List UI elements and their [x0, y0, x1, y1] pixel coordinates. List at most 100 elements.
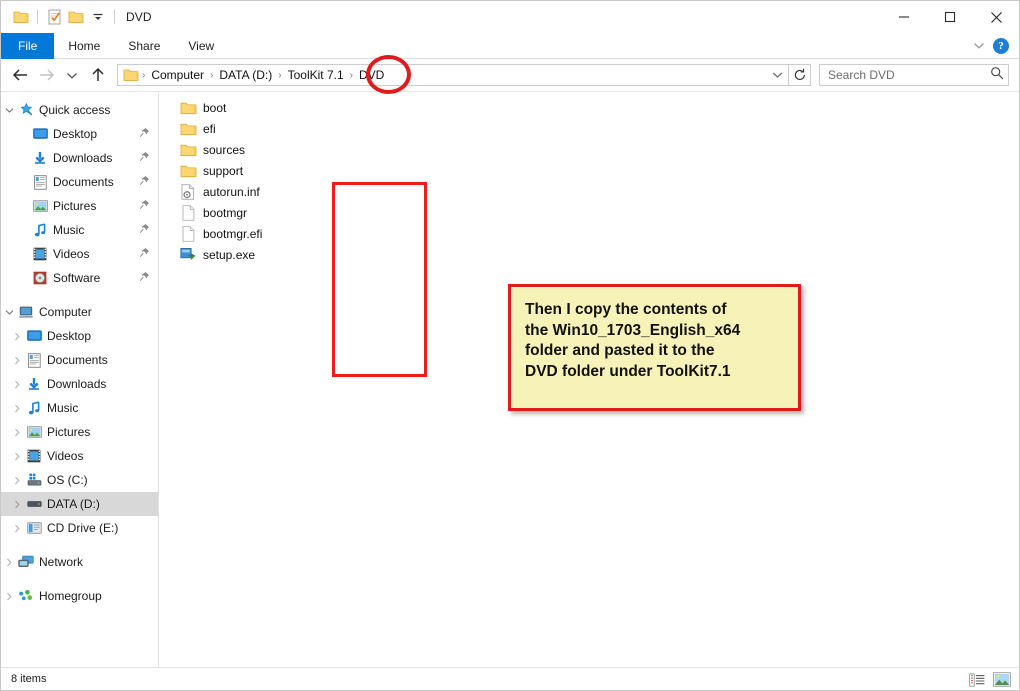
chevron-right-icon[interactable] — [9, 356, 25, 365]
chevron-right-icon[interactable] — [1, 592, 17, 601]
sidebar-item-label: Downloads — [53, 151, 113, 165]
sidebar-item-cd-drive-e[interactable]: CD Drive (E:) — [1, 516, 158, 540]
chevron-right-icon[interactable] — [9, 476, 25, 485]
properties-icon[interactable] — [43, 6, 65, 28]
breadcrumb-item-dvd[interactable]: DVD — [354, 68, 389, 82]
chevron-down-icon[interactable] — [973, 37, 985, 55]
sidebar-item-computer-documents[interactable]: Documents — [1, 348, 158, 372]
list-item[interactable]: bootmgr — [171, 202, 272, 223]
tab-share[interactable]: Share — [114, 33, 174, 59]
chevron-right-icon[interactable] — [9, 332, 25, 341]
minimize-button[interactable] — [881, 1, 927, 33]
chevron-right-icon[interactable] — [9, 452, 25, 461]
sidebar-item-software[interactable]: Software — [1, 266, 158, 290]
tab-home[interactable]: Home — [54, 33, 114, 59]
sidebar-section-quick-access[interactable]: Quick access — [1, 98, 158, 122]
list-item[interactable]: efi — [171, 118, 272, 139]
sidebar-item-documents[interactable]: Documents — [1, 170, 158, 194]
list-item[interactable]: sources — [171, 139, 272, 160]
sidebar-section-network[interactable]: Network — [1, 550, 158, 574]
list-item[interactable]: support — [171, 160, 272, 181]
sidebar-section-computer[interactable]: Computer — [1, 300, 158, 324]
pin-icon[interactable] — [139, 247, 150, 261]
desktop-icon — [25, 328, 43, 344]
network-icon — [17, 554, 35, 570]
videos-icon — [31, 246, 49, 262]
pin-icon[interactable] — [139, 127, 150, 141]
chevron-down-icon[interactable] — [1, 107, 17, 114]
tab-view[interactable]: View — [174, 33, 228, 59]
list-item[interactable]: setup.exe — [171, 244, 272, 265]
sidebar-item-label: Downloads — [47, 377, 107, 391]
breadcrumb-dropdown-icon[interactable] — [768, 65, 786, 85]
large-icons-view-button[interactable] — [993, 671, 1011, 689]
sidebar-item-computer-desktop[interactable]: Desktop — [1, 324, 158, 348]
breadcrumb-bar[interactable]: › Computer › DATA (D:) › ToolKit 7.1 › D… — [117, 64, 789, 86]
address-bar: › Computer › DATA (D:) › ToolKit 7.1 › D… — [1, 59, 1019, 92]
sidebar-item-pictures[interactable]: Pictures — [1, 194, 158, 218]
folder-icon[interactable] — [10, 6, 32, 28]
breadcrumb-folder-icon[interactable] — [122, 68, 141, 82]
list-item[interactable]: bootmgr.efi — [171, 223, 272, 244]
search-box[interactable]: Search DVD — [819, 64, 1009, 86]
sidebar-item-videos[interactable]: Videos — [1, 242, 158, 266]
list-item[interactable]: autorun.inf — [171, 181, 272, 202]
sidebar-item-music[interactable]: Music — [1, 218, 158, 242]
sidebar-item-computer-videos[interactable]: Videos — [1, 444, 158, 468]
sidebar-item-label: Music — [47, 401, 79, 415]
pin-icon[interactable] — [139, 151, 150, 165]
pin-icon[interactable] — [139, 271, 150, 285]
sidebar-item-os-c[interactable]: OS (C:) — [1, 468, 158, 492]
back-button[interactable] — [7, 62, 33, 88]
help-icon[interactable]: ? — [993, 38, 1009, 54]
breadcrumb-item-data-d[interactable]: DATA (D:) — [214, 68, 277, 82]
chevron-right-icon[interactable] — [9, 428, 25, 437]
search-icon[interactable] — [990, 66, 1004, 85]
sidebar-item-desktop[interactable]: Desktop — [1, 122, 158, 146]
sidebar-section-homegroup[interactable]: Homegroup — [1, 584, 158, 608]
navigation-pane[interactable]: Quick access Desktop Downloads Documents… — [1, 92, 159, 667]
tab-file[interactable]: File — [1, 33, 55, 59]
sidebar-item-computer-music[interactable]: Music — [1, 396, 158, 420]
music-icon — [25, 400, 43, 416]
file-list-pane[interactable]: boot efi sources support autorun.inf boo… — [159, 92, 1019, 667]
breadcrumb-item-computer[interactable]: Computer — [146, 68, 209, 82]
chevron-right-icon[interactable] — [9, 380, 25, 389]
up-button[interactable] — [85, 62, 111, 88]
sidebar-item-label: OS (C:) — [47, 473, 88, 487]
sidebar-item-data-d[interactable]: DATA (D:) — [1, 492, 158, 516]
search-input[interactable]: Search DVD — [828, 68, 990, 82]
new-folder-icon[interactable] — [65, 6, 87, 28]
sidebar-item-computer-downloads[interactable]: Downloads — [1, 372, 158, 396]
star-pin-icon — [17, 102, 35, 118]
maximize-button[interactable] — [927, 1, 973, 33]
close-button[interactable] — [973, 1, 1019, 33]
blank-file-icon — [179, 225, 197, 242]
list-item[interactable]: boot — [171, 97, 272, 118]
breadcrumb: › Computer › DATA (D:) › ToolKit 7.1 › D… — [141, 68, 768, 82]
sidebar-item-downloads[interactable]: Downloads — [1, 146, 158, 170]
pin-icon[interactable] — [139, 199, 150, 213]
sidebar-section-label: Homegroup — [39, 589, 102, 603]
annotation-note-line-1: Then I copy the contents of — [525, 301, 727, 318]
chevron-right-icon[interactable] — [9, 524, 25, 533]
documents-icon — [31, 174, 49, 190]
file-name: efi — [203, 121, 216, 136]
file-name: bootmgr — [203, 205, 248, 220]
qat-separator-1 — [37, 10, 38, 24]
pin-icon[interactable] — [139, 175, 150, 189]
chevron-right-icon[interactable] — [9, 500, 25, 509]
chevron-right-icon[interactable] — [9, 404, 25, 413]
recent-locations-button[interactable] — [59, 62, 85, 88]
details-view-button[interactable] — [968, 671, 986, 689]
sidebar-item-computer-pictures[interactable]: Pictures — [1, 420, 158, 444]
chevron-down-icon[interactable] — [1, 309, 17, 316]
videos-icon — [25, 448, 43, 464]
refresh-button[interactable] — [789, 64, 811, 86]
breadcrumb-item-toolkit[interactable]: ToolKit 7.1 — [283, 68, 349, 82]
customize-qat-icon[interactable] — [87, 6, 109, 28]
chevron-right-icon[interactable] — [1, 558, 17, 567]
folder-icon — [179, 121, 197, 137]
pin-icon[interactable] — [139, 223, 150, 237]
file-name: autorun.inf — [203, 184, 260, 199]
